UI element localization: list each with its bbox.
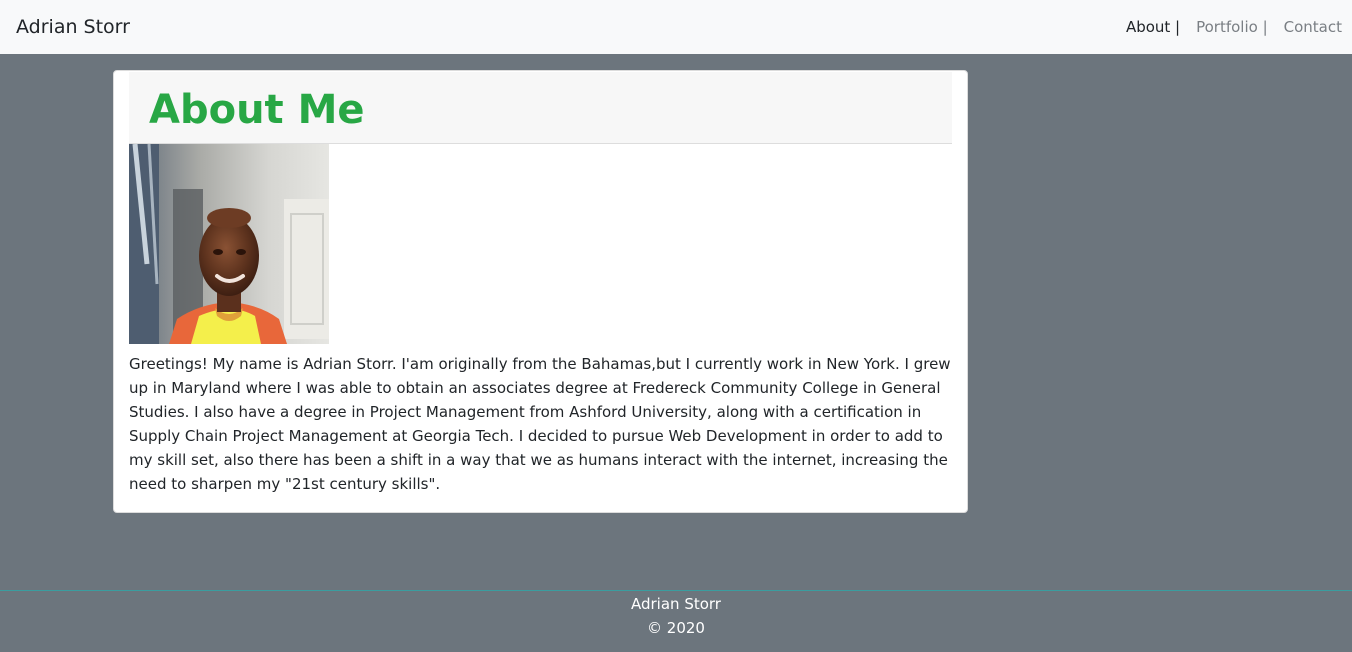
footer-name: Adrian Storr: [631, 595, 721, 613]
nav-link-about[interactable]: About |: [1126, 16, 1180, 38]
nav-link-contact[interactable]: Contact: [1284, 16, 1342, 38]
nav-links: About | Portfolio | Contact: [1110, 16, 1342, 38]
footer-copyright: © 2020: [647, 619, 705, 637]
profile-photo: [129, 144, 329, 344]
bio-text: Greetings! My name is Adrian Storr. I'am…: [129, 355, 951, 493]
navbar: Adrian Storr About | Portfolio | Contact: [0, 0, 1352, 54]
about-card: About Me Greetings! My name is Adrian St…: [113, 70, 968, 513]
brand-link[interactable]: Adrian Storr: [16, 14, 130, 40]
nav-link-portfolio[interactable]: Portfolio |: [1196, 16, 1268, 38]
footer: Adrian Storr © 2020: [0, 590, 1352, 652]
about-title: About Me: [149, 87, 365, 133]
about-card-header: About Me: [129, 72, 952, 144]
